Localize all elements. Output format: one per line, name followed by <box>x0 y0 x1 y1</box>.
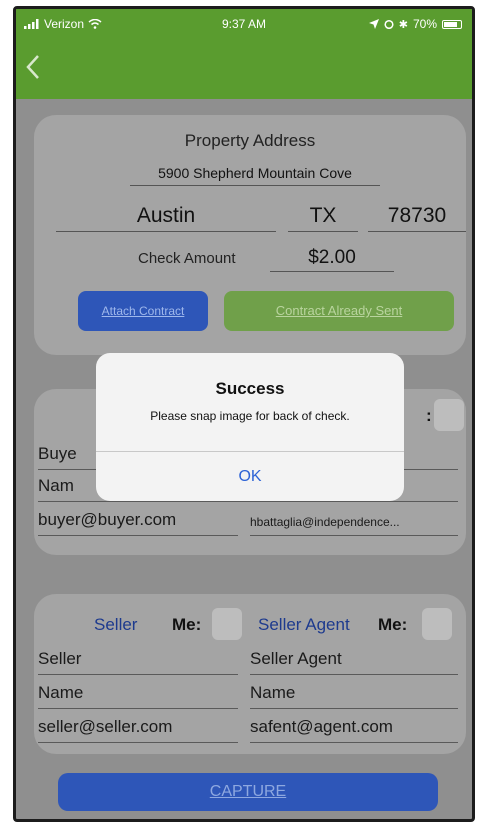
seller-name-field[interactable]: Name <box>38 680 83 706</box>
check-amount-label: Check Amount <box>138 250 236 267</box>
chevron-left-icon <box>26 55 39 79</box>
seller-underline <box>38 674 238 675</box>
seller-agent-name-underline <box>250 708 458 709</box>
buyer-agent-me-checkbox[interactable] <box>434 399 464 431</box>
bluetooth-icon: ✱ <box>398 18 408 31</box>
buyer-agent-me-colon: : <box>426 406 432 425</box>
street-field[interactable]: 5900 Shepherd Mountain Cove <box>130 161 380 186</box>
capture-button[interactable]: CAPTURE <box>58 773 438 811</box>
alert-message: Please snap image for back of check. <box>150 409 350 423</box>
seller-agent-me-checkbox[interactable] <box>422 608 452 640</box>
status-right: ✱ 70% <box>368 17 462 31</box>
seller-field[interactable]: Seller <box>38 646 81 672</box>
success-alert: Success Please snap image for back of ch… <box>96 353 404 501</box>
buyer-name-divider <box>38 501 458 502</box>
contract-already-sent-button[interactable]: Contract Already Sent <box>224 291 454 331</box>
seller-me-label: Me: <box>172 615 202 634</box>
battery-icon <box>442 19 462 29</box>
seller-agent-name-field[interactable]: Name <box>250 680 295 706</box>
seller-agent-email-field[interactable]: safent@agent.com <box>250 714 393 740</box>
battery-percent: 70% <box>412 17 437 31</box>
city-field[interactable]: Austin <box>56 201 276 232</box>
seller-name-underline <box>38 708 238 709</box>
buyer-name-field[interactable]: Nam <box>38 473 74 499</box>
state-field[interactable]: TX <box>288 201 358 232</box>
attach-contract-button[interactable]: Attach Contract <box>78 291 208 331</box>
nav-bar <box>16 39 472 99</box>
seller-agent-heading: Seller Agent <box>258 615 350 634</box>
alert-ok-button[interactable]: OK <box>96 452 404 501</box>
buyer-field[interactable]: Buye <box>38 441 77 467</box>
seller-me-checkbox[interactable] <box>212 608 242 640</box>
buyer-email-underline <box>38 535 238 536</box>
status-bar: Verizon 9:37 AM ✱ 70% <box>16 9 472 39</box>
seller-agent-field[interactable]: Seller Agent <box>250 646 342 672</box>
seller-email-underline <box>38 742 238 743</box>
alert-title: Success <box>215 379 285 398</box>
seller-email-field[interactable]: seller@seller.com <box>38 714 172 740</box>
buyer-email-field[interactable]: buyer@buyer.com <box>38 507 176 533</box>
seller-agent-email-underline <box>250 742 458 743</box>
buyer-agent-email-underline <box>250 535 458 536</box>
buyer-agent-email-field[interactable]: hbattaglia@independence... <box>250 509 400 535</box>
seller-agent-me-label: Me: <box>378 615 408 634</box>
alarm-icon <box>384 19 394 29</box>
back-button[interactable] <box>26 49 56 89</box>
seller-card: Seller Me: Seller Agent Me: Seller Selle… <box>34 594 466 754</box>
property-card: Property Address 5900 Shepherd Mountain … <box>34 115 466 355</box>
seller-agent-underline <box>250 674 458 675</box>
location-arrow-icon <box>368 19 379 29</box>
property-address-title: Property Address <box>184 131 316 150</box>
phone-screen: Verizon 9:37 AM ✱ 70% Property Address 5… <box>13 6 475 822</box>
check-amount-field[interactable]: $2.00 <box>270 245 394 272</box>
zip-field[interactable]: 78730 <box>368 201 466 232</box>
seller-heading: Seller <box>94 615 138 634</box>
